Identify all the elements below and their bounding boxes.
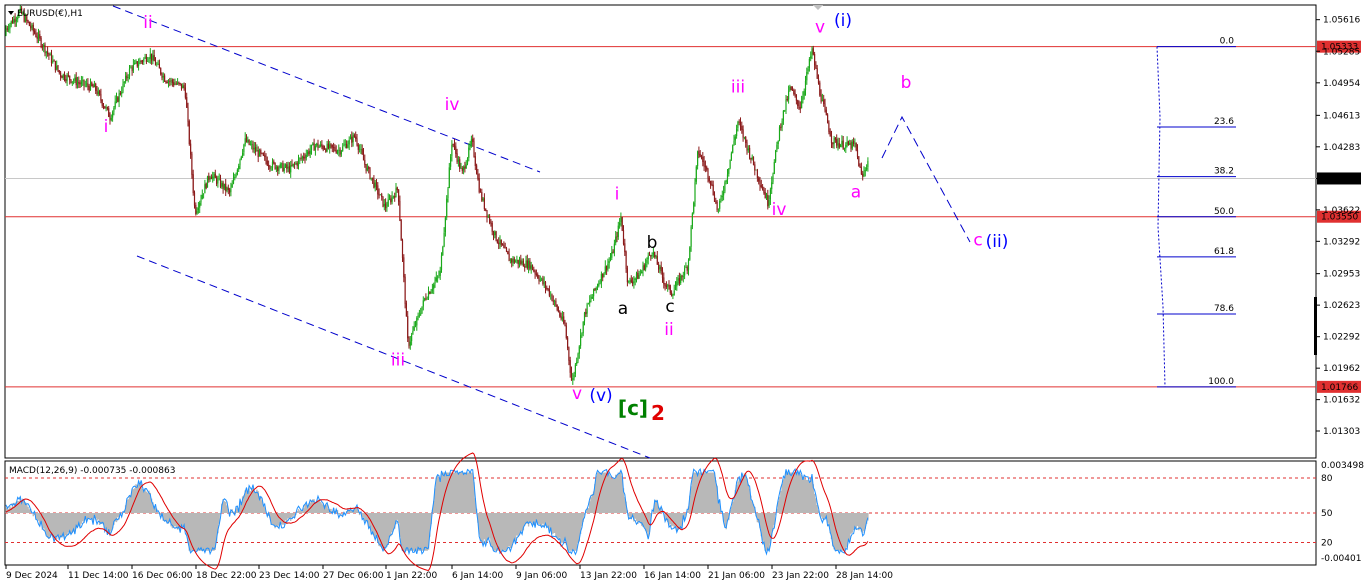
price-tick-label: 1.05285	[1323, 47, 1360, 57]
time-tick-label: 9 Jan 06:00	[516, 571, 568, 581]
macd-tick-label: 50	[1321, 509, 1333, 519]
time-tick-label: 21 Jan 06:00	[708, 571, 765, 581]
fibonacci-level-label: 50.0	[1214, 207, 1234, 217]
wave-label: i	[615, 185, 620, 205]
wave-label: b	[901, 73, 912, 93]
macd-tick-label: 80	[1321, 474, 1333, 484]
time-tick-label: 11 Dec 14:00	[68, 571, 129, 581]
price-tick-label: 1.01962	[1323, 364, 1360, 374]
price-tick-label: 1.02953	[1323, 270, 1360, 280]
wave-label: iv	[772, 200, 787, 220]
wave-label: c	[973, 230, 982, 250]
price-tick-label: 1.01303	[1323, 427, 1360, 437]
price-tick-label: 1.05616	[1323, 16, 1360, 26]
macd-tick-label: 0.003498	[1321, 461, 1364, 471]
wave-label: iii	[731, 78, 745, 98]
wave-label: a	[618, 299, 628, 319]
time-tick-label: 16 Dec 06:00	[132, 571, 193, 581]
price-axis: 1.05616 1.05285 1.04954 1.04613 1.04283 1.039…	[1314, 16, 1360, 437]
wave-label: 2	[651, 401, 665, 425]
fibonacci-level-label: 100.0	[1208, 377, 1234, 387]
time-tick-label: 1 Jan 22:00	[386, 571, 438, 581]
fibonacci-level-label: 38.2	[1214, 167, 1234, 177]
chart: 1.053331.035501.017661.03951 0.023.638.2…	[4, 4, 1364, 581]
fibonacci-level-label: 23.6	[1214, 117, 1234, 127]
time-tick-label: 28 Jan 14:00	[836, 571, 893, 581]
fibonacci-level-label: 0.0	[1220, 37, 1235, 47]
time-tick-label: 16 Jan 14:00	[644, 571, 701, 581]
wave-label: iv	[445, 95, 460, 115]
price-tick-label: 1.02623	[1323, 301, 1360, 311]
fibonacci-level-label: 78.6	[1214, 304, 1234, 314]
time-axis: 9 Dec 2024 11 Dec 14:00 16 Dec 06:00 18 Dec…	[5, 565, 893, 581]
time-tick-label: 6 Jan 14:00	[452, 571, 504, 581]
time-tick-label: 9 Dec 2024	[6, 571, 58, 581]
wave-label: b	[647, 233, 658, 253]
fibonacci-level-label: 61.8	[1214, 247, 1234, 257]
time-tick-label: 18 Dec 22:00	[196, 571, 257, 581]
chart-title-text: EURUSD(€),H1	[17, 9, 83, 19]
price-tick-label: 1.02292	[1323, 333, 1360, 343]
price-tick-label: 1.01632	[1323, 396, 1360, 406]
time-tick-label: 27 Dec 06:00	[323, 571, 384, 581]
wave-label: (v)	[589, 386, 612, 406]
price-tick-label: 1.03951	[1323, 174, 1360, 184]
wave-label: a	[851, 183, 861, 203]
wave-label: i	[104, 117, 109, 137]
price-tick-label: 1.03292	[1323, 237, 1360, 247]
macd-tick-label: -0.00401	[1321, 554, 1361, 564]
price-panel	[4, 4, 1317, 459]
price-tick-label: 1.03622	[1323, 206, 1360, 216]
wave-label: (i)	[834, 11, 852, 31]
level-price-badge-label: 1.01766	[1321, 383, 1358, 393]
macd-tick-label: 20	[1321, 538, 1333, 548]
wave-label: v	[572, 384, 582, 404]
price-scale-marker	[1314, 297, 1317, 355]
wave-label: (ii)	[986, 232, 1009, 252]
price-tick-label: 1.04954	[1323, 79, 1360, 89]
price-tick-label: 1.04283	[1323, 143, 1360, 153]
macd-title: MACD(12,26,9) -0.000735 -0.000863	[9, 466, 175, 476]
wave-label: c	[665, 297, 674, 317]
time-tick-label: 13 Jan 22:00	[580, 571, 637, 581]
wave-label: ii	[664, 320, 673, 340]
time-tick-label: 23 Dec 14:00	[259, 571, 320, 581]
wave-label: ii	[143, 13, 152, 33]
chart-title: EURUSD(€),H1	[8, 9, 83, 19]
time-tick-label: 23 Jan 22:00	[772, 571, 829, 581]
wave-label: v	[815, 18, 825, 38]
wave-label: [c]	[618, 396, 648, 420]
wave-label: iii	[391, 350, 405, 370]
price-tick-label: 1.04613	[1323, 111, 1360, 121]
